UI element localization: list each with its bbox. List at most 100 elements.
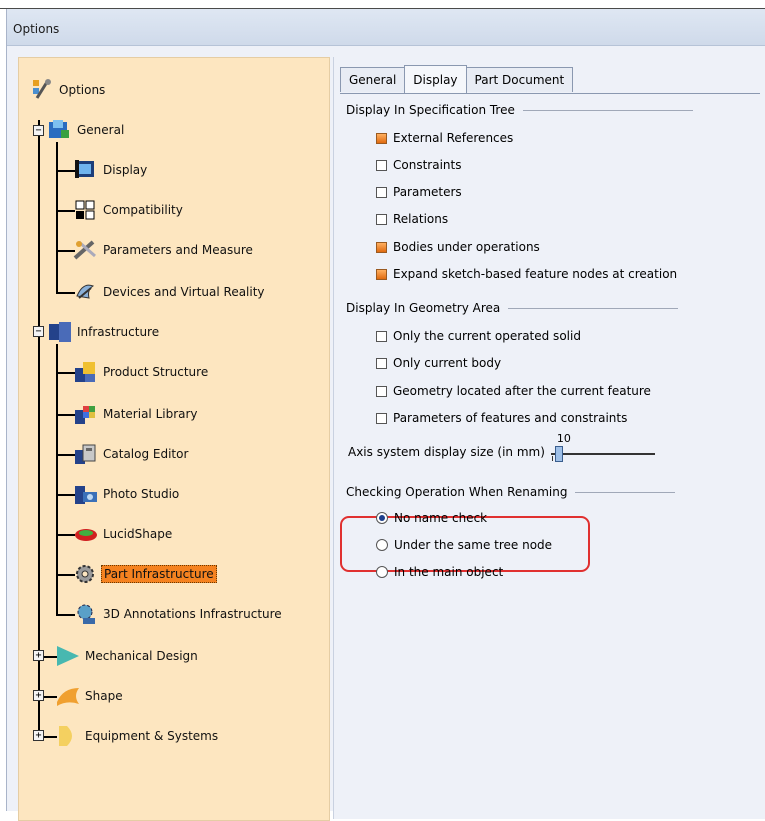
general-expander[interactable]: −	[33, 125, 44, 136]
expand-sketch-option[interactable]: Expand sketch-based feature nodes at cre…	[376, 264, 677, 284]
tree-item-label: Material Library	[103, 407, 198, 421]
photo-studio-icon	[73, 482, 99, 506]
tree-root-options[interactable]: Options	[29, 78, 107, 102]
slider-thumb[interactable]	[554, 446, 563, 462]
display-icon	[73, 158, 99, 182]
catalog-editor-icon	[73, 442, 99, 466]
shape-icon	[55, 684, 81, 708]
tab-part-document[interactable]: Part Document	[465, 67, 574, 92]
tree-item-display[interactable]: Display	[73, 158, 149, 182]
renaming-group-title: Checking Operation When Renaming	[346, 485, 676, 499]
tree-item-general[interactable]: General	[47, 118, 126, 142]
tree-item-label: Equipment & Systems	[85, 729, 219, 743]
checkbox[interactable]	[376, 159, 387, 171]
product-structure-icon	[73, 360, 99, 384]
current-operated-solid-option[interactable]: Only the current operated solid	[376, 326, 581, 346]
tree-item-label: Photo Studio	[103, 487, 180, 501]
same-tree-node-option[interactable]: Under the same tree node	[376, 535, 552, 555]
tree-item-devices[interactable]: Devices and Virtual Reality	[73, 280, 267, 304]
tree-item-photo-studio[interactable]: Photo Studio	[73, 482, 181, 506]
main-object-option[interactable]: In the main object	[376, 562, 503, 582]
checkbox[interactable]	[376, 412, 387, 424]
relations-option[interactable]: Relations	[376, 209, 448, 229]
general-icon	[47, 118, 73, 142]
parameters-features-option[interactable]: Parameters of features and constraints	[376, 408, 627, 428]
option-label: Parameters of features and constraints	[393, 411, 628, 425]
tab-divider	[340, 93, 760, 94]
axis-size-label: Axis system display size (in mm)	[348, 445, 545, 459]
checkbox-checked[interactable]	[376, 241, 387, 253]
tree-item-label: Display	[103, 163, 148, 177]
devices-icon	[73, 280, 99, 304]
group-rule	[508, 307, 679, 309]
lucidshape-icon	[73, 522, 99, 546]
no-name-check-option[interactable]: No name check	[376, 508, 487, 528]
tree-item-compatibility[interactable]: Compatibility	[73, 198, 185, 222]
checkbox[interactable]	[376, 385, 387, 397]
axis-size-value: 10	[556, 432, 571, 445]
tree-item-infrastructure[interactable]: Infrastructure	[47, 320, 161, 344]
radio-selected[interactable]	[376, 512, 388, 524]
tree-item-lucidshape[interactable]: LucidShape	[73, 522, 174, 546]
checkbox[interactable]	[376, 213, 387, 225]
gear-icon	[73, 562, 99, 586]
tree-item-parameters[interactable]: Parameters and Measure	[73, 238, 255, 262]
checkbox[interactable]	[376, 357, 387, 369]
bodies-under-operations-option[interactable]: Bodies under operations	[376, 237, 540, 257]
tree-item-label: 3D Annotations Infrastructure	[103, 607, 282, 621]
infrastructure-icon	[47, 320, 73, 344]
external-references-option[interactable]: External References	[376, 128, 513, 148]
tree-root-label: Options	[59, 83, 106, 97]
mechanical-design-expander[interactable]: +	[33, 650, 44, 661]
tree-item-mechanical-design[interactable]: Mechanical Design	[55, 644, 200, 668]
tab-general[interactable]: General	[340, 67, 406, 92]
axis-size-row: Axis system display size (in mm) 10	[348, 432, 657, 462]
tree-item-label: General	[77, 123, 125, 137]
axis-size-slider[interactable]: 10	[549, 432, 657, 462]
option-label: Only the current operated solid	[393, 329, 581, 343]
top-edge	[0, 0, 765, 9]
tree-item-shape[interactable]: Shape	[55, 684, 125, 708]
tab-display[interactable]: Display	[404, 65, 467, 93]
constraints-option[interactable]: Constraints	[376, 155, 461, 175]
parameters-option[interactable]: Parameters	[376, 182, 462, 202]
group-rule	[575, 491, 676, 493]
checkbox-checked[interactable]	[376, 132, 387, 144]
option-label: Geometry located after the current featu…	[393, 384, 651, 398]
material-library-icon	[73, 402, 99, 426]
options-tree-icon	[29, 78, 55, 102]
equipment-icon	[55, 724, 81, 748]
tree-item-catalog-editor[interactable]: Catalog Editor	[73, 442, 190, 466]
tree-item-material-library[interactable]: Material Library	[73, 402, 200, 426]
tree-item-label: Infrastructure	[77, 325, 160, 339]
option-label: External References	[393, 131, 514, 145]
equipment-expander[interactable]: +	[33, 730, 44, 741]
current-body-option[interactable]: Only current body	[376, 353, 501, 373]
tree-item-equipment[interactable]: Equipment & Systems	[55, 724, 220, 748]
checkbox-checked[interactable]	[376, 268, 387, 280]
tree-item-part-infrastructure[interactable]: Part Infrastructure	[73, 562, 217, 586]
option-label: Parameters	[393, 185, 462, 199]
checkbox[interactable]	[376, 330, 387, 342]
infrastructure-expander[interactable]: −	[33, 326, 44, 337]
tree-item-3d-annotations[interactable]: 3D Annotations Infrastructure	[73, 602, 284, 626]
settings-panel: General Display Part Document Display In…	[333, 57, 765, 819]
radio[interactable]	[376, 566, 388, 578]
checkbox[interactable]	[376, 186, 387, 198]
spec-tree-group-title: Display In Specification Tree	[346, 103, 693, 117]
geometry-after-feature-option[interactable]: Geometry located after the current featu…	[376, 381, 651, 401]
title-bar[interactable]: Options	[7, 9, 765, 46]
slider-track[interactable]	[550, 453, 655, 455]
options-tree: Options − General Display Compatibility	[18, 57, 330, 821]
tree-item-label: LucidShape	[103, 527, 173, 541]
option-label: Only current body	[393, 356, 502, 370]
tree-item-label: Shape	[85, 689, 123, 703]
tree-item-label: Product Structure	[103, 365, 209, 379]
slider-tick	[551, 456, 553, 461]
radio[interactable]	[376, 539, 388, 551]
tree-item-label: Compatibility	[103, 203, 183, 217]
tree-item-label: Catalog Editor	[103, 447, 189, 461]
shape-expander[interactable]: +	[33, 690, 44, 701]
tree-item-label: Devices and Virtual Reality	[103, 285, 265, 299]
tree-item-product-structure[interactable]: Product Structure	[73, 360, 210, 384]
